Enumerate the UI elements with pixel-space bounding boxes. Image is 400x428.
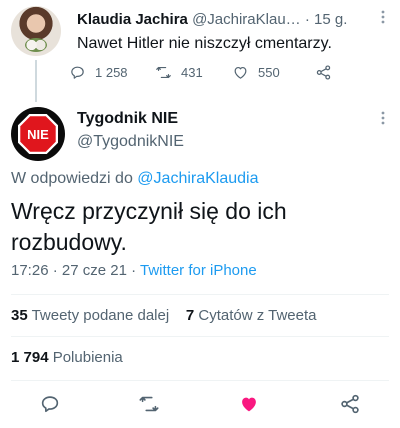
retweets-count: 35	[11, 307, 28, 324]
reply-prefix: W odpowiedzi do	[11, 170, 138, 187]
divider	[11, 294, 389, 295]
share-icon	[316, 64, 331, 80]
timestamp[interactable]: 17:26 · 27 cze 21 ·	[11, 262, 140, 279]
reply-button[interactable]: 1 258	[69, 62, 128, 82]
more-vertical-icon[interactable]	[378, 9, 388, 25]
tweet-text: Nawet Hitler nie niszczył cmentarzy.	[77, 35, 332, 52]
quotes-count: 7	[185, 307, 195, 324]
handle[interactable]: @TygodnikNIE	[77, 133, 184, 151]
parent-tweet[interactable]: Klaudia Jachira @JachiraKlau… · 15 g. Na…	[0, 0, 400, 102]
share-icon	[341, 394, 359, 414]
timestamp[interactable]: · 15 g.	[305, 11, 348, 28]
logo-text: NIE	[27, 127, 49, 142]
quotes-label: Cytatów z Tweeta	[194, 307, 317, 324]
quotes-stat[interactable]: 7 Cytatów z Tweeta	[186, 307, 317, 324]
thread-line	[35, 60, 37, 102]
source-link[interactable]: Twitter for iPhone	[140, 262, 257, 279]
avatar[interactable]: NIE	[11, 107, 65, 161]
share-button[interactable]	[339, 393, 361, 415]
tweet-text: Wręcz przyczynił się do ich rozbudowy.	[11, 198, 287, 255]
like-count: 550	[258, 64, 280, 80]
flowers-picture	[25, 38, 47, 52]
divider	[11, 380, 389, 381]
tweet-actions: 1 258 431 550	[71, 62, 377, 82]
like-button[interactable]: 550	[232, 62, 280, 82]
likes-label: Polubienia	[48, 349, 123, 366]
retweet-count: 431	[181, 64, 203, 80]
likes-count: 1 794	[11, 349, 49, 366]
handle[interactable]: @JachiraKlau…	[192, 11, 301, 28]
tweet-action-bar	[0, 392, 400, 418]
reply-icon	[41, 396, 59, 413]
heart-icon	[234, 66, 247, 79]
retweet-icon	[139, 396, 159, 412]
parent-tweet-header: Klaudia Jachira @JachiraKlau… · 15 g.	[77, 11, 347, 28]
reply-icon	[71, 66, 84, 79]
tweet-metadata: 17:26 · 27 cze 21 · Twitter for iPhone	[11, 262, 257, 279]
retweets-label: Tweety podane dalej	[27, 307, 170, 324]
reply-count: 1 258	[95, 64, 128, 80]
share-button[interactable]	[315, 62, 341, 82]
engagement-stats: 35 Tweety podane dalej 7 Cytatów z Tweet…	[11, 307, 316, 324]
retweet-button[interactable]: 431	[155, 62, 203, 82]
retweets-stat[interactable]: 35 Tweety podane dalej	[11, 307, 169, 324]
display-name[interactable]: Tygodnik NIE	[77, 110, 178, 128]
heart-icon	[242, 397, 256, 412]
reply-button[interactable]	[39, 393, 61, 415]
reply-mention-link[interactable]: @JachiraKlaudia	[137, 170, 258, 187]
retweet-icon	[156, 66, 171, 78]
avatar[interactable]	[11, 6, 61, 56]
display-name[interactable]: Klaudia Jachira	[77, 11, 188, 28]
more-vertical-icon[interactable]	[378, 110, 388, 126]
reply-context: W odpowiedzi do @JachiraKlaudia	[11, 170, 259, 188]
likes-stat[interactable]: 1 794 Polubienia	[11, 349, 123, 366]
divider	[11, 336, 389, 337]
stop-sign-logo: NIE	[18, 114, 58, 154]
like-button[interactable]	[238, 393, 260, 415]
retweet-button[interactable]	[138, 393, 160, 415]
